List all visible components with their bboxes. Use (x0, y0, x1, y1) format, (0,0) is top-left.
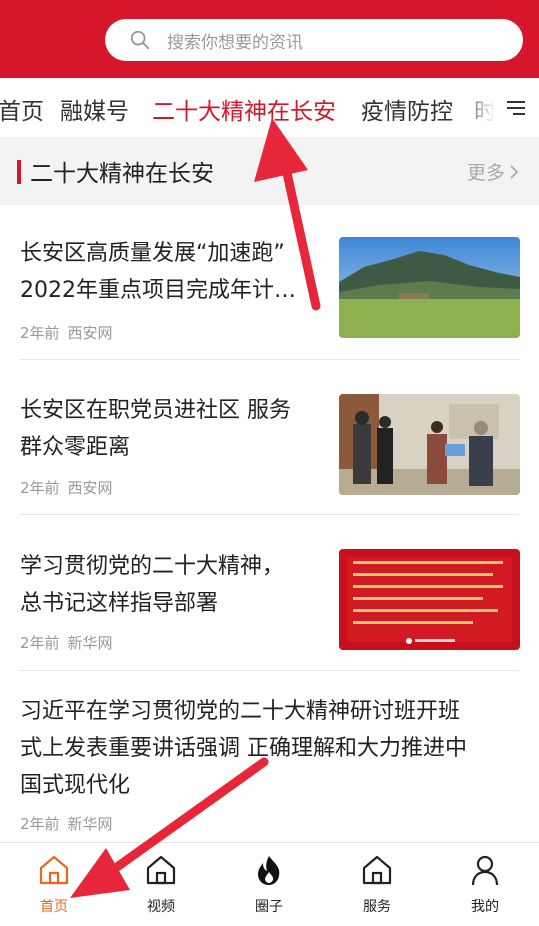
top-header: 搜索你想要的资讯 (0, 0, 539, 78)
news-thumbnail-volunteers (339, 394, 520, 495)
search-bar[interactable]: 搜索你想要的资讯 (105, 19, 523, 61)
news-title: 长安区在职党员进社区 服务 群众零距离 (20, 398, 291, 460)
section-header: 二十大精神在长安 更多 (0, 137, 539, 205)
user-icon (471, 855, 499, 886)
news-source: 新华网 (67, 634, 113, 652)
news-title: 学习贯彻党的二十大精神， 总书记这样指导部署 (20, 554, 285, 616)
nav-video[interactable]: 视频 (121, 853, 201, 916)
nav-service-label: 服务 (363, 899, 391, 915)
nav-profile[interactable]: 我的 (445, 853, 525, 916)
nav-profile-label: 我的 (471, 899, 499, 915)
section-accent-bar (17, 160, 21, 184)
section-title: 二十大精神在长安 (30, 161, 214, 187)
tab-epidemic[interactable]: 疫情防控 (361, 92, 453, 126)
news-item[interactable]: 学习贯彻党的二十大精神， 总书记这样指导部署 2年前 新华网 (0, 515, 539, 670)
news-meta: 2年前 新华网 (20, 632, 113, 653)
news-time: 2年前 (20, 479, 60, 497)
news-item[interactable]: 长安区在职党员进社区 服务 群众零距离 2年前 西安网 (0, 360, 539, 515)
nav-home[interactable]: 首页 (14, 853, 94, 916)
nav-home-label: 首页 (40, 899, 68, 915)
news-source: 西安网 (67, 324, 113, 342)
news-title: 长安区高质量发展“加速跑” 2022年重点项目完成年计… (20, 241, 296, 303)
flame-icon (258, 856, 280, 885)
tab-media[interactable]: 融媒号 (60, 92, 129, 126)
channel-menu-icon[interactable] (505, 100, 527, 116)
news-source: 新华网 (67, 815, 113, 833)
nav-service[interactable]: 服务 (337, 853, 417, 916)
tab-twentieth-congress[interactable]: 二十大精神在长安 (152, 92, 336, 126)
news-time: 2年前 (20, 324, 60, 342)
section-more-link[interactable]: 更多 (467, 158, 519, 185)
news-meta: 2年前 西安网 (20, 477, 113, 498)
news-item[interactable]: 长安区高质量发展“加速跑” 2022年重点项目完成年计… 2年前 西安网 (0, 205, 539, 360)
channel-tabs: 首页 融媒号 二十大精神在长安 疫情防控 时 (0, 78, 539, 136)
news-source: 西安网 (67, 479, 113, 497)
news-meta: 2年前 新华网 (20, 813, 113, 834)
news-time: 2年前 (20, 815, 60, 833)
home-icon (39, 855, 69, 885)
news-meta: 2年前 西安网 (20, 322, 113, 343)
news-item[interactable]: 习近平在学习贯彻党的二十大精神研讨班开班 式上发表重要讲话强调 正确理解和大力推… (0, 671, 539, 842)
tab-home[interactable]: 首页 (0, 92, 44, 126)
nav-video-label: 视频 (147, 899, 175, 915)
more-label: 更多 (466, 162, 505, 184)
news-time: 2年前 (20, 634, 60, 652)
news-thumbnail-red-poster (339, 549, 520, 650)
video-home-icon (146, 855, 176, 885)
search-placeholder: 搜索你想要的资讯 (167, 32, 303, 53)
tab-fade (459, 78, 539, 136)
search-icon (130, 30, 150, 50)
nav-circle-label: 圈子 (255, 899, 283, 915)
bottom-navigation: 首页 视频 圈子 服务 我的 (0, 842, 539, 926)
nav-circle[interactable]: 圈子 (229, 853, 309, 916)
chevron-right-icon (510, 164, 519, 179)
service-home-icon (362, 855, 392, 885)
news-thumbnail-landscape (339, 237, 520, 338)
news-title: 习近平在学习贯彻党的二十大精神研讨班开班 式上发表重要讲话强调 正确理解和大力推… (20, 699, 467, 798)
